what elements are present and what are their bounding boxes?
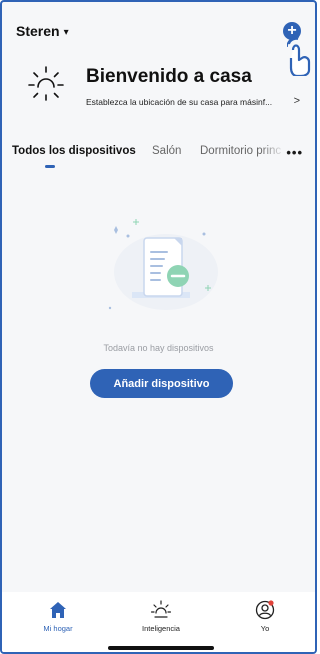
room-tabs: Todos los dispositivos Salón Dormitorio …	[12, 145, 305, 175]
nav-inteligencia[interactable]: Inteligencia	[121, 600, 201, 633]
empty-state-message: Todavía no hay dispositivos	[103, 343, 214, 353]
nav-mi-hogar[interactable]: Mi hogar	[18, 600, 98, 633]
chevron-down-icon: ▾	[63, 26, 69, 38]
empty-devices-illustration	[108, 219, 218, 310]
sun-icon	[28, 66, 64, 101]
more-options-icon[interactable]: •••	[286, 145, 303, 160]
home-name: Steren	[16, 23, 60, 39]
nav-label: Mi hogar	[43, 624, 73, 633]
chevron-right-icon[interactable]: >	[294, 95, 300, 107]
home-icon	[50, 602, 66, 618]
user-icon	[255, 600, 275, 620]
nav-label: Inteligencia	[142, 624, 180, 633]
sun-icon	[151, 600, 171, 618]
tab-salon[interactable]: Salón	[152, 145, 181, 157]
nav-label: Yo	[260, 624, 270, 633]
active-tab-indicator	[45, 165, 55, 168]
add-device-button[interactable]: Añadir dispositivo	[90, 369, 233, 398]
set-location-link[interactable]: Establezca la ubicación de su casa para …	[86, 97, 272, 107]
welcome-title: Bienvenido a casa	[86, 66, 252, 87]
app-screen: Steren ▾ + Bienvenido a casa Establezca …	[0, 0, 317, 654]
nav-yo[interactable]: Yo	[225, 600, 305, 633]
home-selector[interactable]: Steren ▾	[16, 23, 69, 39]
tap-hand-icon	[287, 36, 311, 76]
tab-all-devices[interactable]: Todos los dispositivos	[12, 145, 136, 157]
bottom-navigation: Mi hogar Inteligencia Yo	[2, 592, 315, 652]
home-indicator-bar	[108, 646, 214, 650]
